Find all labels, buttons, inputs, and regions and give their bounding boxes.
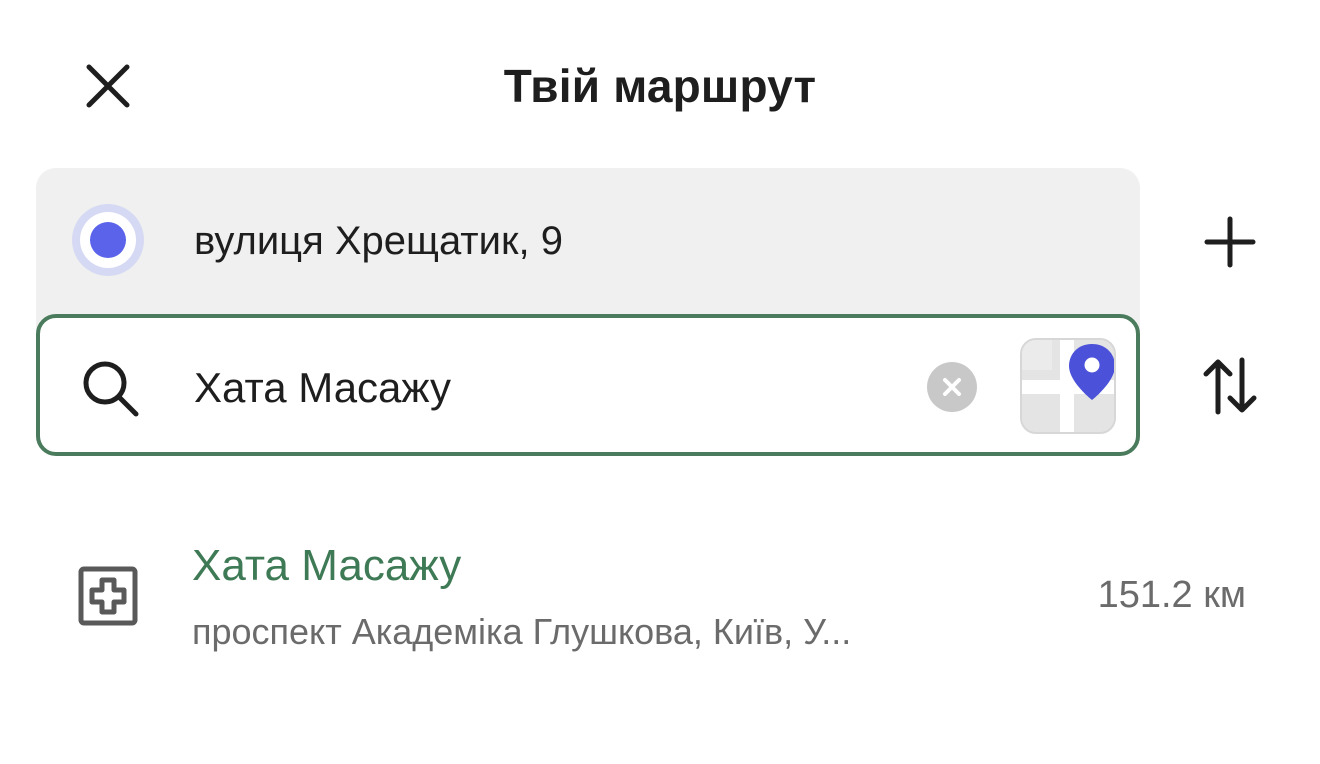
swap-route-button[interactable] — [1194, 350, 1266, 422]
result-title: Хата Масажу — [192, 541, 462, 590]
result-address: проспект Академіка Глушкова, Київ, У... — [192, 611, 852, 652]
search-icon — [83, 361, 139, 417]
destination-field[interactable] — [36, 314, 1140, 456]
add-stop-button[interactable] — [1196, 208, 1264, 276]
result-distance: 151.2 км — [1097, 574, 1246, 616]
plus-icon — [1204, 216, 1256, 268]
route-screen: Твій маршрут вулиця Хрещатик, 9 Хата Мас… — [0, 0, 1320, 764]
origin-field[interactable]: вулиця Хрещатик, 9 — [36, 168, 1140, 314]
clear-button[interactable] — [927, 362, 977, 412]
page-title: Твій маршрут — [503, 60, 817, 112]
medical-cross-icon — [78, 566, 138, 626]
origin-dot-icon — [72, 204, 144, 276]
origin-text: вулиця Хрещатик, 9 — [194, 219, 563, 263]
list-item[interactable]: Хата Масажу проспект Академіка Глушкова,… — [0, 520, 1320, 670]
clear-icon — [943, 378, 961, 396]
close-button[interactable] — [78, 56, 138, 116]
swap-arrows-icon — [1203, 357, 1257, 415]
close-icon — [86, 64, 130, 108]
map-pin-icon — [1022, 340, 1114, 432]
destination-input[interactable] — [194, 362, 914, 414]
pick-on-map-button[interactable] — [1020, 338, 1116, 434]
